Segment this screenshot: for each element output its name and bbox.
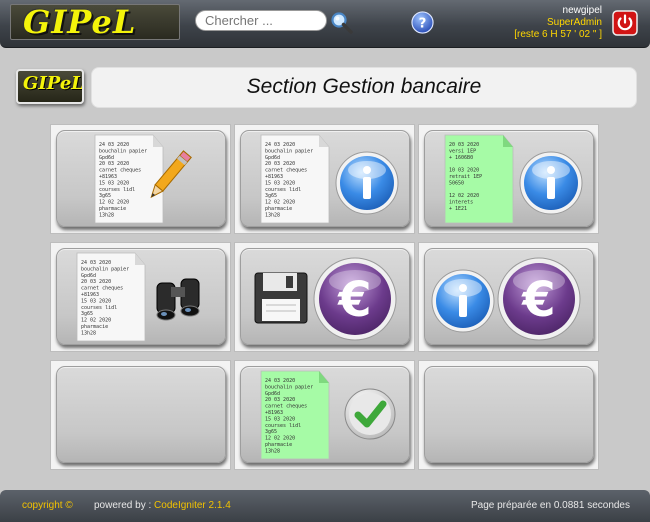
tile-empty-1[interactable] xyxy=(50,360,231,470)
title-box: Section Gestion bancaire xyxy=(91,67,637,108)
session-remaining: [reste 6 H 57 ' 02 " ] xyxy=(514,29,602,40)
tile-info-entries[interactable]: 24 03 2020 bouchalin papier Gpd6d 20 03 20… xyxy=(234,124,415,234)
tile-button[interactable]: € xyxy=(240,248,410,345)
logo-text: GIPeL xyxy=(23,4,137,40)
top-header: GIPeL ? newgipel SuperAdmin [reste 6 H 5… xyxy=(0,0,650,48)
section-logo: GIPeL xyxy=(16,69,84,104)
power-icon[interactable] xyxy=(612,10,638,36)
tile-info-statements[interactable]: 20 03 2020 versi 1EP + 1606B0 10 03 2020 ret… xyxy=(418,124,599,234)
svg-text:?: ? xyxy=(419,16,427,31)
tile-button[interactable]: € xyxy=(424,248,594,345)
search-input[interactable] xyxy=(195,10,327,31)
page-footer: copyright © powered by : CodeIgniter 2.1… xyxy=(0,490,650,522)
euro-icon: € xyxy=(313,257,397,341)
svg-text:€: € xyxy=(337,272,371,328)
tile-button[interactable]: 20 03 2020 versi 1EP + 1606B0 10 03 2020 ret… xyxy=(424,130,594,227)
tile-empty-2[interactable] xyxy=(418,360,599,470)
tile-edit-entries[interactable]: 24 03 2020 bouchalin papier Gpd6d 20 03 20… xyxy=(50,124,231,234)
codeigniter-link[interactable]: CodeIgniter 2.1.4 xyxy=(154,500,231,511)
euro-icon: € xyxy=(497,257,581,341)
magnifier-icon[interactable] xyxy=(330,11,354,35)
section-logo-text: GIPeL xyxy=(23,73,84,94)
info-icon xyxy=(335,151,399,215)
powered-by: powered by : CodeIgniter 2.1.4 xyxy=(94,500,231,511)
powered-prefix: powered by : xyxy=(94,500,155,511)
user-name[interactable]: newgipel xyxy=(514,5,602,17)
tile-button[interactable]: 24 03 2020 bouchalin papier Gpd6d 20 03 20… xyxy=(56,130,226,227)
page-title: Section Gestion bancaire xyxy=(246,75,482,98)
app-logo[interactable]: GIPeL xyxy=(10,4,180,40)
tile-button[interactable]: 24 03 2020 bouchalin papier Gpd6d 20 03 20… xyxy=(56,248,226,345)
tile-info-money[interactable]: € xyxy=(418,242,599,352)
info-icon xyxy=(519,151,583,215)
render-time: Page préparée en 0.0881 secondes xyxy=(470,500,630,511)
pencil-icon xyxy=(150,150,192,199)
tile-button[interactable] xyxy=(56,366,226,463)
tile-button[interactable] xyxy=(424,366,594,463)
tile-button[interactable]: 24 03 2020 bouchalin papier Gpd6d 20 03 20… xyxy=(240,130,410,227)
user-role: SuperAdmin xyxy=(546,17,602,28)
copyright-link[interactable]: copyright © xyxy=(22,500,73,511)
tile-button[interactable]: 24 03 2020 bouchalin papier Gpd6d 20 03 20… xyxy=(240,366,410,463)
tile-save-money[interactable]: € xyxy=(234,242,415,352)
help-question-icon[interactable]: ? xyxy=(411,11,434,34)
tile-validate-entries[interactable]: 24 03 2020 bouchalin papier Gpd6d 20 03 20… xyxy=(234,360,415,470)
binoculars-icon xyxy=(156,278,200,321)
svg-text:€: € xyxy=(521,272,555,328)
user-info: newgipel SuperAdmin [reste 6 H 57 ' 02 "… xyxy=(514,5,602,41)
tile-search-entries[interactable]: 24 03 2020 bouchalin papier Gpd6d 20 03 20… xyxy=(50,242,231,352)
check-icon xyxy=(344,388,396,440)
